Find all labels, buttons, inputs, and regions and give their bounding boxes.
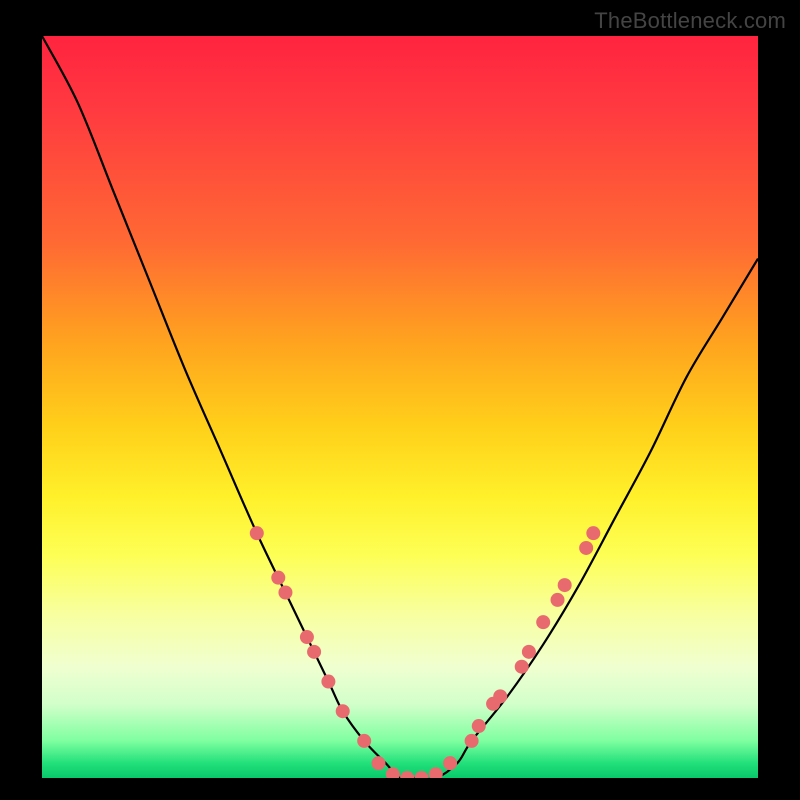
marker-dot bbox=[515, 660, 529, 674]
marker-dot bbox=[579, 541, 593, 555]
marker-group bbox=[250, 526, 601, 778]
marker-dot bbox=[472, 719, 486, 733]
marker-dot bbox=[300, 630, 314, 644]
marker-dot bbox=[336, 704, 350, 718]
marker-dot bbox=[386, 767, 400, 778]
plot-area bbox=[42, 36, 758, 778]
curve-path bbox=[42, 36, 758, 778]
marker-dot bbox=[357, 734, 371, 748]
marker-dot bbox=[400, 771, 414, 778]
marker-dot bbox=[443, 756, 457, 770]
marker-dot bbox=[278, 586, 292, 600]
marker-dot bbox=[271, 571, 285, 585]
chart-svg bbox=[42, 36, 758, 778]
marker-dot bbox=[372, 756, 386, 770]
marker-dot bbox=[307, 645, 321, 659]
marker-dot bbox=[429, 767, 443, 778]
marker-dot bbox=[414, 771, 428, 778]
watermark-text: TheBottleneck.com bbox=[594, 8, 786, 34]
marker-dot bbox=[493, 689, 507, 703]
marker-dot bbox=[558, 578, 572, 592]
marker-dot bbox=[465, 734, 479, 748]
marker-dot bbox=[321, 675, 335, 689]
marker-dot bbox=[586, 526, 600, 540]
marker-dot bbox=[522, 645, 536, 659]
marker-dot bbox=[536, 615, 550, 629]
marker-dot bbox=[551, 593, 565, 607]
marker-dot bbox=[250, 526, 264, 540]
chart-container: TheBottleneck.com bbox=[0, 0, 800, 800]
